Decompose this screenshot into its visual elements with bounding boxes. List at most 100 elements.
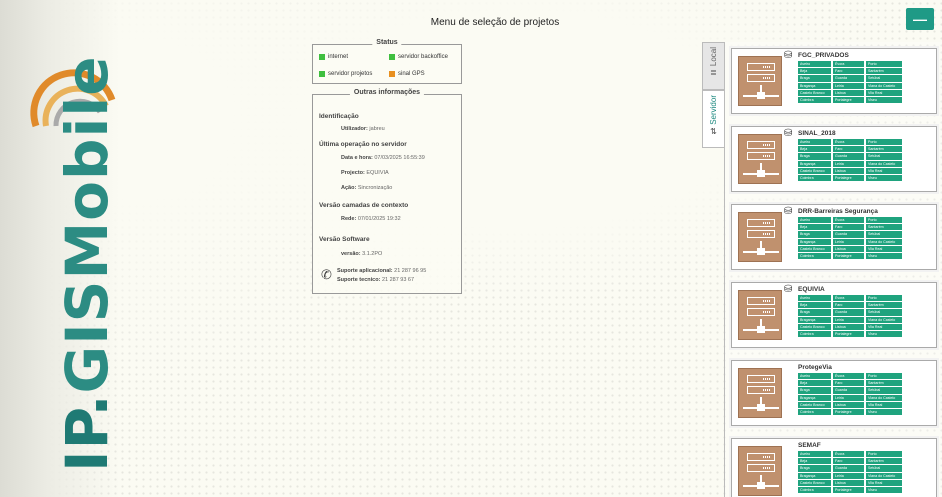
district-chip: Setúbal: [866, 153, 902, 160]
district-chip: Castelo Branco: [798, 167, 831, 174]
district-chip: Évora: [833, 373, 864, 380]
network-line-icon: [757, 170, 765, 177]
district-chip: Lisboa: [833, 89, 864, 96]
status-indicator-icon: [319, 71, 325, 77]
versao-value: 3.1.2PO: [362, 251, 383, 257]
district-chip: Portalegre: [833, 174, 864, 182]
network-line-icon: [757, 404, 765, 411]
district-chip: Vila Real: [866, 89, 902, 96]
district-chip: Lisboa: [833, 167, 864, 174]
status-label: servidor projetos: [328, 71, 373, 77]
server-unit-icon: [747, 74, 775, 82]
district-chip: Coimbra: [798, 408, 831, 416]
district-chip: Castelo Branco: [798, 245, 831, 252]
database-icon: ⛁: [784, 284, 793, 295]
district-chip: Braga: [798, 465, 831, 472]
district-grid: Aveiro Évora Porto Beja Faro Santarém Braga Gua…: [798, 373, 902, 416]
district-chip: Faro: [833, 380, 864, 387]
district-chip: Guarda: [833, 75, 864, 82]
tab-local[interactable]: Local ≣: [702, 42, 724, 90]
server-network-icon: [738, 212, 782, 262]
server-network-icon: [738, 56, 782, 106]
district-grid: Aveiro Évora Porto Beja Faro Santarém Braga Gua…: [798, 217, 902, 260]
server-unit-icon: [747, 464, 775, 472]
network-line-icon: [757, 248, 765, 255]
project-card[interactable]: ⛁ SINAL_2018 Aveiro Évora Porto Beja Faro Santa…: [731, 126, 937, 192]
status-projetos: servidor projetos: [319, 71, 372, 77]
data-hora-row: Data e hora: 07/03/2025 16:55:39: [341, 155, 425, 161]
tab-servidor[interactable]: Servidor ⇅: [702, 90, 724, 148]
database-icon: ⛁: [784, 128, 793, 139]
data-hora-label: Data e hora:: [341, 155, 373, 161]
district-chip: Bragança: [798, 472, 831, 479]
district-chip: Guarda: [833, 465, 864, 472]
district-chip: Lisboa: [833, 401, 864, 408]
district-chip: Faro: [833, 224, 864, 231]
project-card[interactable]: ⛁ FGC_PRIVADOS Aveiro Évora Porto Beja Faro San…: [731, 48, 937, 114]
district-chip: Vila Real: [866, 323, 902, 330]
project-list[interactable]: ⛁ FGC_PRIVADOS Aveiro Évora Porto Beja Faro San…: [724, 42, 942, 497]
minimize-button[interactable]: —: [906, 8, 934, 30]
district-chip: Santarém: [866, 380, 902, 387]
district-chip: Viana do Castelo: [866, 472, 902, 479]
brand-dot: .: [53, 393, 121, 417]
district-grid: Aveiro Évora Porto Beja Faro Santarém Braga Gua…: [798, 139, 902, 182]
district-chip: Portalegre: [833, 252, 864, 260]
district-chip: Beja: [798, 68, 831, 75]
district-chip: Aveiro: [798, 139, 831, 146]
district-chip: Beja: [798, 224, 831, 231]
district-chip: Aveiro: [798, 373, 831, 380]
project-card[interactable]: ProtegeVia Aveiro Évora Porto Beja Faro Santar…: [731, 360, 937, 426]
district-chip: Guarda: [833, 309, 864, 316]
utilizador-value: jabreu: [369, 126, 385, 132]
district-chip: Vila Real: [866, 401, 902, 408]
project-card[interactable]: SEMAF Aveiro Évora Porto Beja Faro Santarém Bra…: [731, 438, 937, 497]
brand-gis: GIS: [53, 279, 121, 394]
district-chip: Faro: [833, 458, 864, 465]
status-label: servidor backoffice: [398, 54, 448, 60]
server-network-icon: [738, 368, 782, 418]
district-chip: Leiria: [833, 160, 864, 167]
status-legend: Status: [372, 39, 402, 46]
status-backoffice: servidor backoffice: [389, 54, 448, 60]
versao-software-heading: Versão Software: [319, 236, 370, 243]
district-chip: Coimbra: [798, 174, 831, 182]
district-chip: Lisboa: [833, 245, 864, 252]
district-chip: Viana do Castelo: [866, 316, 902, 323]
district-chip: Évora: [833, 451, 864, 458]
status-indicator-icon: [389, 54, 395, 60]
server-unit-icon: [747, 308, 775, 316]
status-label: internet: [328, 54, 349, 60]
district-chip: Viseu: [866, 96, 902, 104]
district-chip: Viseu: [866, 174, 902, 182]
district-chip: Santarém: [866, 146, 902, 153]
server-unit-icon: [747, 375, 775, 383]
district-chip: Setúbal: [866, 231, 902, 238]
status-indicator-icon: [389, 71, 395, 77]
project-title: EQUIVIA: [798, 286, 825, 293]
projecto-value: EQUIVIA: [366, 170, 389, 176]
server-unit-icon: [747, 152, 775, 160]
network-line-icon: [757, 92, 765, 99]
suporte-tec-row: Suporte tecnico: 21 287 93 67: [337, 277, 414, 283]
district-chip: Guarda: [833, 387, 864, 394]
utilizador-row: Utilizador: jabreu: [341, 126, 385, 132]
district-grid: Aveiro Évora Porto Beja Faro Santarém Braga Gua…: [798, 451, 902, 494]
accao-value: Sincronização: [357, 185, 393, 191]
district-chip: Viana do Castelo: [866, 394, 902, 401]
district-chip: Porto: [866, 61, 902, 68]
district-chip: Vila Real: [866, 245, 902, 252]
district-chip: Coimbra: [798, 330, 831, 338]
district-chip: Évora: [833, 295, 864, 302]
database-icon: ⛁: [784, 50, 793, 61]
district-chip: Aveiro: [798, 217, 831, 224]
district-chip: Aveiro: [798, 61, 831, 68]
brand-mobile: Mobile: [53, 55, 121, 280]
district-chip: Setúbal: [866, 75, 902, 82]
project-card[interactable]: ⛁ DRR-Barreiras Segurança Aveiro Évora Porto…: [731, 204, 937, 270]
district-chip: Leiria: [833, 82, 864, 89]
project-card[interactable]: ⛁ EQUIVIA Aveiro Évora Porto Beja Faro Santarém…: [731, 282, 937, 348]
district-chip: Bragança: [798, 316, 831, 323]
district-chip: Évora: [833, 139, 864, 146]
district-chip: Coimbra: [798, 486, 831, 494]
